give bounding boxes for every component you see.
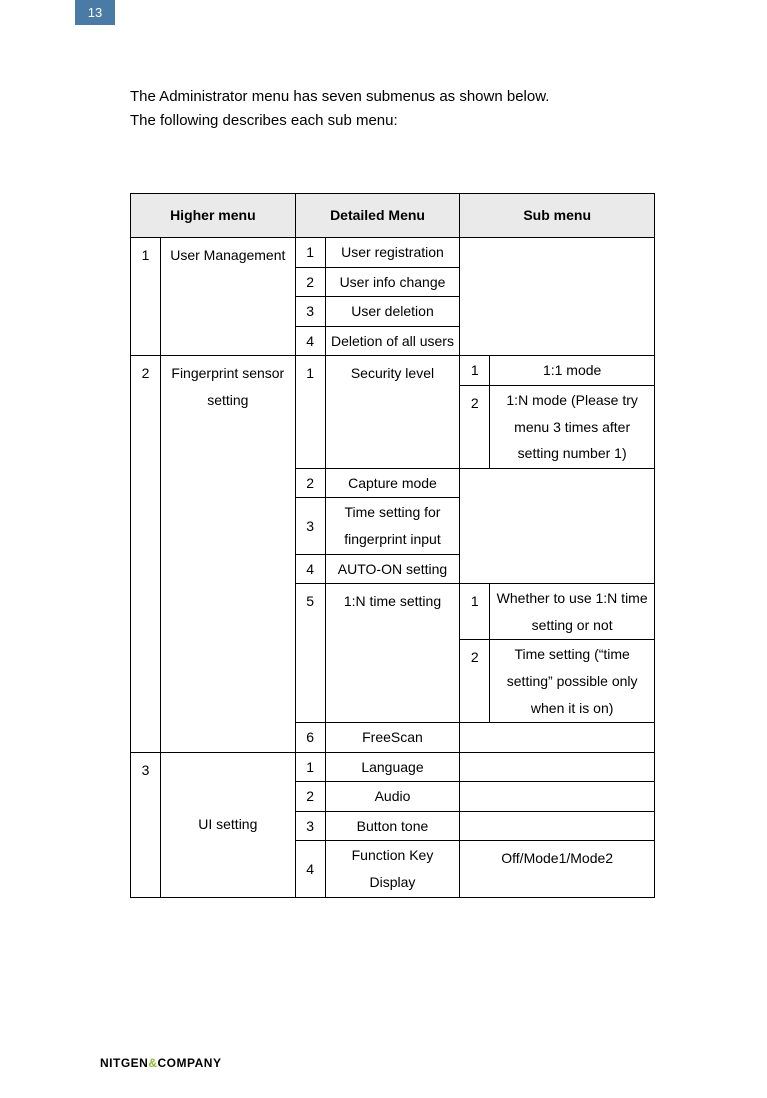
higher-num: 1 [131,238,161,356]
detailed-num: 1 [295,356,325,468]
sub-empty [460,238,655,356]
detailed-num: 1 [295,752,325,782]
higher-label: Fingerprint sensor setting [160,356,295,752]
header-sub: Sub menu [460,194,655,238]
detailed-label: Button tone [325,811,460,841]
detailed-num: 2 [295,468,325,498]
detailed-label: Security level [325,356,460,468]
footer-brand-2: COMPANY [158,1056,222,1070]
detailed-label: Deletion of all users [325,326,460,356]
detailed-label: Time setting for fingerprint input [325,498,460,554]
sub-empty [460,468,655,583]
detailed-num: 4 [295,326,325,356]
higher-num: 3 [131,752,161,897]
sub-num: 2 [460,640,490,723]
footer-amp: & [148,1056,157,1070]
detailed-num: 5 [295,584,325,723]
higher-label: User Management [160,238,295,356]
sub-label: Whether to use 1:N time setting or not [490,584,655,640]
sub-num: 1 [460,584,490,640]
footer-brand-1: NITGEN [100,1056,148,1070]
detailed-label: Language [325,752,460,782]
footer-brand: NITGEN&COMPANY [100,1056,221,1070]
page-content: The Administrator menu has seven submenu… [130,85,655,898]
detailed-num: 2 [295,782,325,812]
intro-text: The Administrator menu has seven submenu… [130,85,655,133]
menu-table: Higher menu Detailed Menu Sub menu 1 Use… [130,193,655,898]
detailed-num: 3 [295,297,325,327]
higher-label: UI setting [160,752,295,897]
sub-label: 1:1 mode [490,356,655,386]
detailed-label: Capture mode [325,468,460,498]
sub-label: 1:N mode (Please try menu 3 times after … [490,385,655,468]
sub-num: 1 [460,356,490,386]
table-row: 2 Fingerprint sensor setting 1 Security … [131,356,655,386]
detailed-label: User deletion [325,297,460,327]
intro-line-1: The Administrator menu has seven submenu… [130,85,655,109]
detailed-num: 2 [295,267,325,297]
sub-empty [460,752,655,782]
higher-num: 2 [131,356,161,752]
sub-num: 2 [460,385,490,468]
detailed-num: 4 [295,841,325,897]
sub-label: Time setting (“time setting” possible on… [490,640,655,723]
intro-line-2: The following describes each sub menu: [130,109,655,133]
detailed-label: 1:N time setting [325,584,460,723]
table-row: 3 UI setting 1 Language [131,752,655,782]
table-row: 1 User Management 1 User registration [131,238,655,268]
header-detailed: Detailed Menu [295,194,460,238]
sub-empty [460,782,655,812]
detailed-num: 6 [295,723,325,753]
detailed-label: Audio [325,782,460,812]
sub-label: Off/Mode1/Mode2 [460,841,655,897]
detailed-num: 3 [295,498,325,554]
detailed-label: AUTO-ON setting [325,554,460,584]
table-header-row: Higher menu Detailed Menu Sub menu [131,194,655,238]
detailed-label: User registration [325,238,460,268]
detailed-label: User info change [325,267,460,297]
detailed-num: 3 [295,811,325,841]
detailed-label: Function Key Display [325,841,460,897]
sub-empty [460,723,655,753]
sub-empty [460,811,655,841]
page-number: 13 [88,5,102,20]
detailed-num: 4 [295,554,325,584]
detailed-num: 1 [295,238,325,268]
header-higher: Higher menu [131,194,296,238]
page-number-tab: 13 [75,0,115,25]
detailed-label: FreeScan [325,723,460,753]
